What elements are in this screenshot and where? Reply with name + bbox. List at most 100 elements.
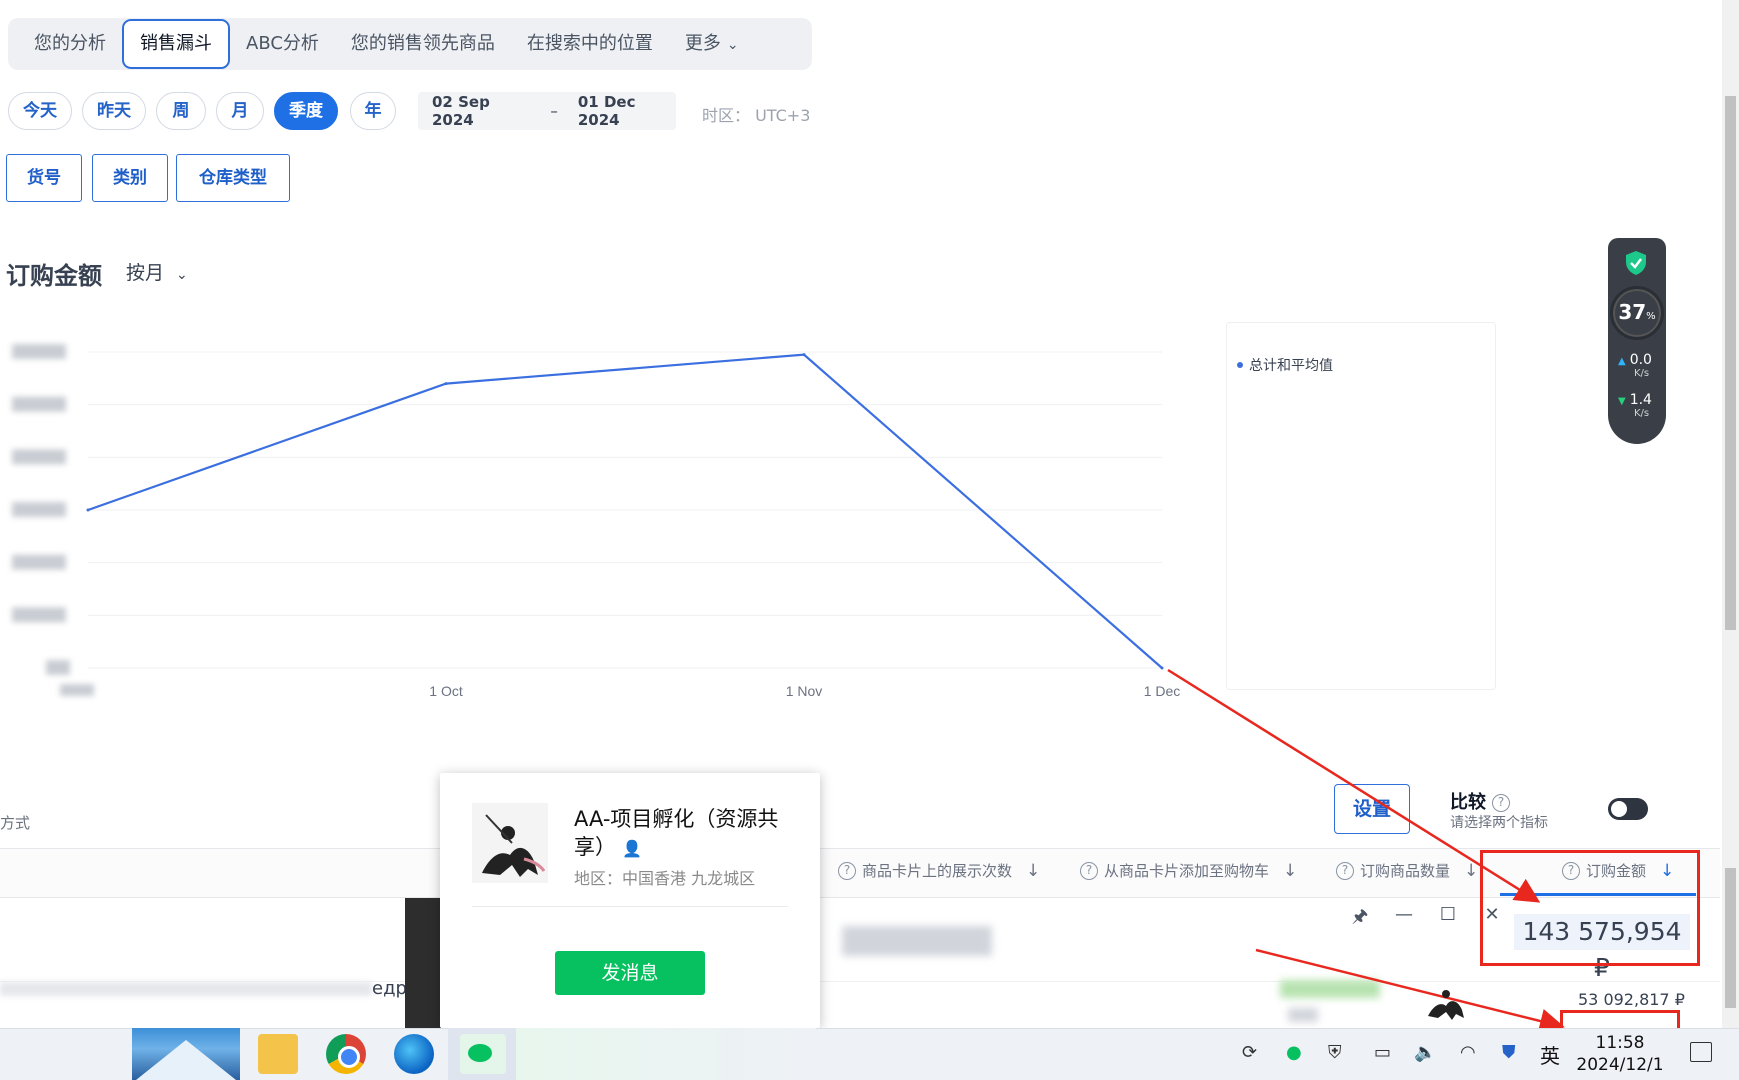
- y-tick-label-blurred: [12, 554, 66, 570]
- contact-region: 地区：中国香港 九龙城区: [574, 869, 756, 888]
- download-arrow-icon: ▼: [1618, 396, 1626, 407]
- period-yesterday[interactable]: 昨天: [82, 92, 146, 130]
- period-year[interactable]: 年: [350, 92, 396, 130]
- granularity-select[interactable]: 按月 ⌄: [126, 258, 188, 285]
- product-thumbnail: [1428, 990, 1464, 1020]
- y-tick-label-blurred: [12, 449, 66, 465]
- defender-icon[interactable]: ⛊: [1502, 1042, 1516, 1063]
- help-icon[interactable]: ?: [1080, 861, 1098, 880]
- upload-arrow-icon: ▲: [1618, 356, 1626, 367]
- tab-top-products[interactable]: 您的销售领先商品: [335, 20, 511, 68]
- help-icon[interactable]: ?: [1336, 861, 1354, 880]
- minimize-icon[interactable]: —: [1382, 904, 1426, 934]
- blurred-value: [842, 926, 992, 956]
- ime-indicator[interactable]: 英: [1540, 1040, 1560, 1069]
- analytics-tab-bar: 您的分析 销售漏斗 ABC分析 您的销售领先商品 在搜索中的位置 更多 ⌄: [8, 18, 812, 70]
- settings-button[interactable]: 设置: [1334, 784, 1410, 834]
- taskbar-widget-art[interactable]: [132, 1028, 240, 1080]
- chevron-down-icon: ⌄: [726, 37, 739, 53]
- legend-item-total-average[interactable]: 总计和平均值: [1237, 355, 1333, 375]
- tab-your-analysis[interactable]: 您的分析: [18, 20, 122, 68]
- edge-icon[interactable]: [394, 1034, 434, 1074]
- legend-dot: [1237, 362, 1243, 368]
- clock-date: 2024/12/1: [1576, 1055, 1664, 1075]
- data-point: [1160, 666, 1164, 670]
- annotation-box-amount: [1480, 850, 1700, 966]
- tab-more[interactable]: 更多 ⌄: [669, 20, 755, 68]
- tab-abc-analysis[interactable]: ABC分析: [230, 20, 335, 68]
- taskbar-clock[interactable]: 11:58 2024/12/1: [1570, 1032, 1670, 1076]
- column-add-to-cart[interactable]: ? 从商品卡片添加至购物车 ↓: [1080, 860, 1297, 881]
- timezone-label: 时区： UTC+3: [702, 106, 811, 125]
- date-separator: –: [550, 102, 558, 120]
- download-speed: ▼ 1.4 K/s: [1618, 392, 1652, 419]
- notification-center-icon[interactable]: [1690, 1042, 1712, 1062]
- order-amount-chart: 1 Oct 1 Nov 1 Dec: [12, 344, 1181, 699]
- table-scrollbar[interactable]: [1722, 856, 1739, 1028]
- chrome-icon[interactable]: [326, 1034, 366, 1074]
- legend-label: 总计和平均值: [1249, 358, 1333, 374]
- granularity-label: 按月: [126, 262, 165, 284]
- wifi-icon[interactable]: ◠: [1460, 1042, 1476, 1063]
- y-tick-label-blurred: [12, 607, 66, 623]
- table-row-product-name[interactable]: едр: [0, 978, 407, 1000]
- blurred-badge: [1280, 980, 1380, 998]
- tab-sales-funnel[interactable]: 销售漏斗: [122, 19, 230, 69]
- date-range-picker[interactable]: 02 Sep 2024 – 01 Dec 2024: [418, 92, 676, 130]
- chat-window-edge: [405, 898, 441, 1028]
- contact-name: AA-项目孵化（资源共享） 👤: [574, 807, 779, 859]
- wechat-tray-icon[interactable]: ●: [1286, 1042, 1302, 1063]
- speaker-icon[interactable]: 🔈: [1414, 1042, 1436, 1063]
- security-shield-icon[interactable]: ⛨: [1328, 1042, 1342, 1063]
- y-tick-label-blurred: [12, 344, 66, 359]
- network-speed-widget[interactable]: 37% ▲ 0.0 K/s ▼ 1.4 K/s: [1608, 238, 1666, 444]
- data-point: [802, 353, 806, 357]
- avatar: [472, 803, 548, 883]
- sort-arrow-icon[interactable]: ↓: [1464, 861, 1478, 881]
- taskbar-wechat-preview: [516, 1028, 816, 1080]
- column-card-impressions[interactable]: ? 商品卡片上的展示次数 ↓: [838, 860, 1040, 881]
- table-row-order-amount: 53 092,817 ₽: [1578, 990, 1685, 1009]
- scrollbar-thumb[interactable]: [1725, 96, 1736, 630]
- series-line: [87, 353, 1163, 669]
- chart-title: 订购金额: [6, 262, 102, 290]
- column-ordered-qty[interactable]: ? 订购商品数量 ↓: [1336, 860, 1478, 881]
- help-icon[interactable]: ?: [1492, 794, 1510, 812]
- maximize-icon[interactable]: ☐: [1426, 904, 1470, 934]
- tab-search-position[interactable]: 在搜索中的位置: [511, 20, 669, 68]
- date-end: 01 Dec 2024: [577, 93, 636, 129]
- blurred-value: [1288, 1008, 1318, 1022]
- mode-label: 方式: [0, 814, 31, 832]
- filter-warehouse-type-button[interactable]: 仓库类型: [176, 154, 290, 202]
- x-tick-label-blurred: [60, 684, 94, 696]
- blurred-text: [0, 982, 372, 996]
- period-today[interactable]: 今天: [8, 92, 72, 130]
- scrollbar-thumb[interactable]: [1725, 868, 1736, 1008]
- period-month[interactable]: 月: [216, 92, 264, 130]
- filter-sku-button[interactable]: 货号: [6, 154, 82, 202]
- tab-more-label: 更多: [684, 33, 721, 54]
- y-tick-label-blurred: [12, 502, 66, 517]
- period-quarter[interactable]: 季度: [274, 92, 338, 130]
- screen-capture-icon[interactable]: ⟳: [1242, 1042, 1257, 1063]
- pin-icon[interactable]: 🖈: [1338, 904, 1382, 934]
- shield-check-icon: [1626, 251, 1646, 275]
- filter-category-button[interactable]: 类别: [92, 154, 168, 202]
- y-tick-label-blurred: [12, 396, 66, 412]
- x-tick-label: 1 Dec: [1144, 683, 1181, 699]
- x-tick-label: 1 Oct: [429, 683, 463, 699]
- send-message-button[interactable]: 发消息: [555, 951, 705, 995]
- date-start: 02 Sep 2024: [432, 93, 490, 129]
- data-point: [444, 382, 448, 386]
- battery-icon[interactable]: ▭: [1374, 1042, 1391, 1063]
- compare-toggle[interactable]: [1608, 798, 1648, 820]
- compare-title: 比较?: [1450, 788, 1510, 814]
- period-week[interactable]: 周: [156, 92, 206, 130]
- sort-arrow-icon[interactable]: ↓: [1283, 861, 1297, 881]
- wechat-icon[interactable]: [460, 1034, 506, 1074]
- contact-card-popup: AA-项目孵化（资源共享） 👤 地区：中国香港 九龙城区 发消息: [440, 773, 820, 1028]
- person-icon: 👤: [622, 839, 642, 858]
- help-icon[interactable]: ?: [838, 861, 856, 880]
- sort-arrow-icon[interactable]: ↓: [1026, 861, 1040, 881]
- file-explorer-icon[interactable]: [258, 1034, 298, 1074]
